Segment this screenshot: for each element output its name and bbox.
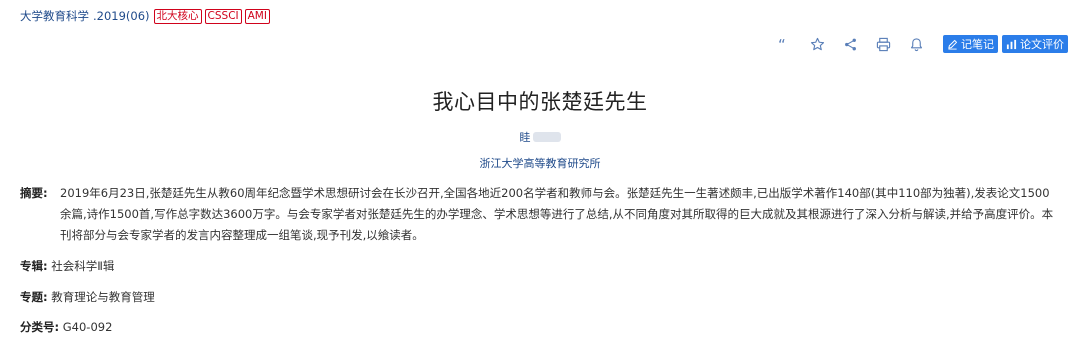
topic-label: 专题: (20, 290, 48, 304)
classification-field: 分类号: G40-092 (20, 319, 112, 335)
badge-cssci[interactable]: CSSCI (204, 8, 242, 24)
take-note-label: 记笔记 (961, 38, 994, 51)
paper-review-label: 论文评价 (1020, 38, 1064, 51)
topic-field: 专题: 教育理论与教育管理 (20, 289, 155, 305)
print-icon[interactable] (873, 34, 893, 54)
album-value: 社会科学Ⅱ辑 (51, 259, 115, 273)
source-line: 大学教育科学 .2019(06) 北大核心 CSSCI AMI (20, 7, 273, 25)
author-line: 眭 (0, 129, 1080, 145)
article-title: 我心目中的张楚廷先生 (432, 90, 648, 114)
badge-pku-core[interactable]: 北大核心 (153, 8, 202, 24)
svg-text:“: “ (777, 37, 785, 52)
issue-text: .2019(06) (93, 9, 150, 23)
article-toolbar: “ 记笔记 论文评价 (774, 34, 1068, 54)
abstract-section: 摘要: 2019年6月23日,张楚廷先生从教60周年纪念暨学术思想研讨会在长沙召… (20, 183, 1060, 246)
affiliation-link[interactable]: 浙江大学高等教育研究所 (0, 155, 1080, 171)
journal-link[interactable]: 大学教育科学 (20, 8, 89, 24)
abstract-text: 2019年6月23日,张楚廷先生从教60周年纪念暨学术思想研讨会在长沙召开,全国… (60, 186, 1054, 242)
paper-review-button[interactable]: 论文评价 (1002, 35, 1068, 53)
badge-ami[interactable]: AMI (244, 8, 270, 24)
abstract-label: 摘要: (20, 186, 48, 200)
take-note-button[interactable]: 记笔记 (943, 35, 998, 53)
album-label: 专辑: (20, 259, 48, 273)
bar-chart-icon (1006, 39, 1017, 49)
author-link[interactable]: 眭 (520, 129, 561, 145)
star-icon[interactable] (807, 34, 827, 54)
author-name: 眭 (519, 131, 531, 144)
quote-icon[interactable]: “ (774, 34, 794, 54)
bell-icon[interactable] (906, 34, 926, 54)
topic-value: 教育理论与教育管理 (51, 290, 155, 304)
classification-value: G40-092 (62, 320, 113, 334)
pencil-icon (948, 39, 958, 50)
share-icon[interactable] (840, 34, 860, 54)
author-redaction (532, 132, 561, 142)
album-field: 专辑: 社会科学Ⅱ辑 (20, 258, 114, 274)
classification-label: 分类号: (20, 320, 60, 334)
